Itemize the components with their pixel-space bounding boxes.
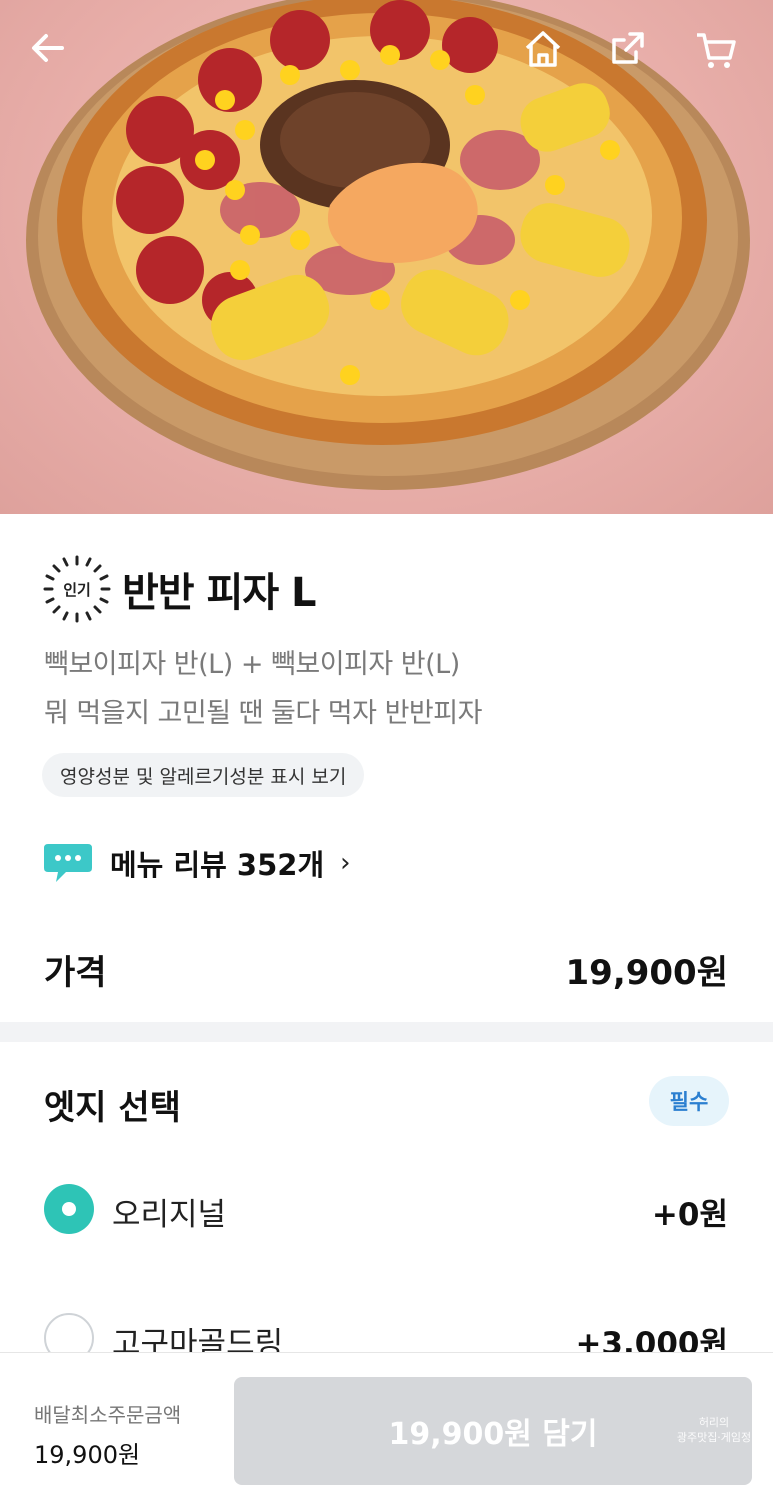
option-label: 오리지널 [112,1197,227,1233]
cart-icon [697,33,736,68]
add-to-cart-label: 19,900원 담기 [388,1417,598,1452]
section-divider [0,1022,773,1042]
min-order-value: 19,900원 [34,1441,141,1469]
option-label: 고구마골드링 [112,1326,284,1352]
min-order-label: 배달최소주문금액 [34,1403,182,1427]
watermark-line2: 광주맛집·게임정 [676,1431,752,1444]
bottom-order-bar: 배달최소주문금액 19,900원 19,900원 담기 허리의 광주맛집·게임정 [0,1352,773,1503]
product-description-line1: 빽보이피자 반(L) + 빽보이피자 반(L) [44,649,460,680]
popular-badge: 인기 [42,554,112,624]
watermark-line1: 허리의 [698,1416,730,1429]
nutrition-info-button[interactable]: 영양성분 및 알레르기성분 표시 보기 [42,753,365,797]
speech-bubble-icon [44,844,92,882]
product-description-line2: 뭐 먹을지 고민될 땐 둘다 먹자 반반피자 [44,698,482,729]
review-count-label: 메뉴 리뷰 352개 [110,848,325,882]
option-sweet-potato-gold-ring[interactable]: 고구마골드링 +3,000원 [0,1308,773,1352]
back-arrow-icon [32,34,64,62]
back-button[interactable] [28,28,78,78]
option-price: +3,000원 [575,1326,728,1352]
product-info: 인기 반반 피자 L 빽보이피자 반(L) + 빽보이피자 반(L) 뭐 먹을지… [0,514,773,1024]
product-hero-image [0,0,773,514]
share-icon [612,32,644,64]
radio-selected-icon[interactable] [44,1184,94,1234]
required-badge: 필수 [649,1076,729,1126]
option-price: +0원 [651,1197,728,1233]
share-button[interactable] [608,28,658,78]
home-button[interactable] [522,28,572,78]
cart-button[interactable] [694,28,744,78]
menu-review-link[interactable]: 메뉴 리뷰 352개 › [42,838,351,888]
radio-unselected-icon[interactable] [44,1313,94,1352]
chevron-right-icon: › [340,848,351,878]
edge-option-section: 엣지 선택 필수 오리지널 +0원 고구마골드링 +3,000원 [0,1042,773,1352]
home-icon [525,31,561,67]
badge-label: 인기 [63,580,91,599]
watermark: 허리의 광주맛집·게임정 [669,1415,759,1475]
price-label: 가격 [44,953,107,993]
option-group-title: 엣지 선택 [44,1088,181,1128]
option-original[interactable]: 오리지널 +0원 [0,1179,773,1239]
top-navigation [0,0,773,110]
product-title: 반반 피자 L [122,570,317,616]
price-value: 19,900원 [565,953,728,993]
